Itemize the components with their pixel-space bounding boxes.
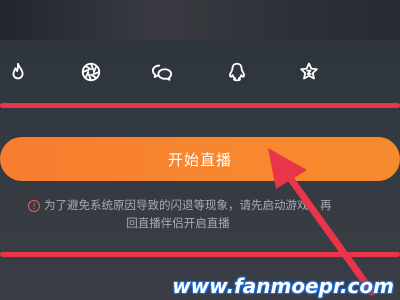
- notice-line-2: 回直播伴侣开启直播: [126, 216, 230, 230]
- aperture-icon[interactable]: [73, 54, 109, 90]
- start-live-button-label: 开始直播: [167, 150, 232, 169]
- flame-icon[interactable]: [0, 54, 36, 90]
- warning-icon: !: [28, 199, 40, 212]
- qq-penguin-icon[interactable]: [219, 54, 255, 90]
- chat-bubbles-icon[interactable]: [144, 54, 180, 90]
- notice-line-1-text: 为了避免系统原因导致的闪退等现象，请先启动游戏，再: [44, 198, 332, 212]
- start-live-button[interactable]: 开始直播: [0, 137, 400, 181]
- watermark-text: www.fanmoepr.com: [172, 274, 394, 298]
- site-watermark: www.fanmoepr.com: [0, 272, 400, 300]
- annotation-highlight-line-bottom: [0, 252, 400, 257]
- annotation-highlight-line-top: [0, 103, 400, 108]
- blurred-header-background: [0, 0, 400, 40]
- star-badge-icon[interactable]: [291, 54, 327, 90]
- notice-line-1: ! 为了避免系统原因导致的闪退等现象，请先启动游戏，再: [28, 196, 332, 214]
- share-platform-row: [0, 54, 400, 92]
